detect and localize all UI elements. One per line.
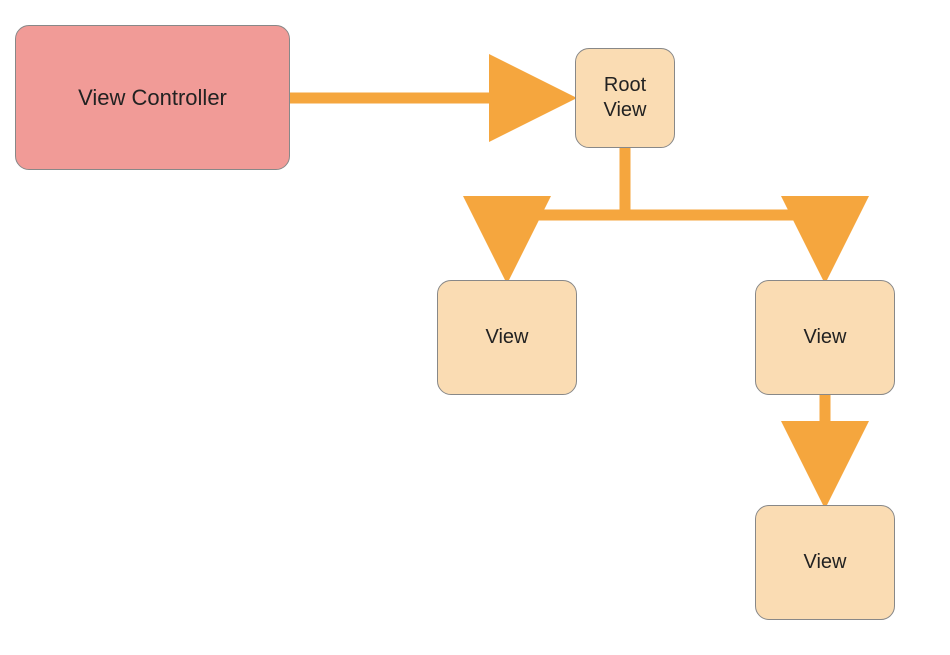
node-view-right: View	[755, 280, 895, 395]
node-label: View	[486, 325, 529, 350]
arrow-root-to-children	[507, 148, 825, 262]
node-view-left: View	[437, 280, 577, 395]
node-label: View Controller	[78, 84, 227, 112]
node-label: View	[804, 325, 847, 350]
node-view-grandchild: View	[755, 505, 895, 620]
node-view-controller: View Controller	[15, 25, 290, 170]
diagram-container: View Controller Root View View View View	[0, 0, 950, 655]
node-root-view: Root View	[575, 48, 675, 148]
node-label: Root View	[604, 73, 647, 123]
node-label: View	[804, 550, 847, 575]
